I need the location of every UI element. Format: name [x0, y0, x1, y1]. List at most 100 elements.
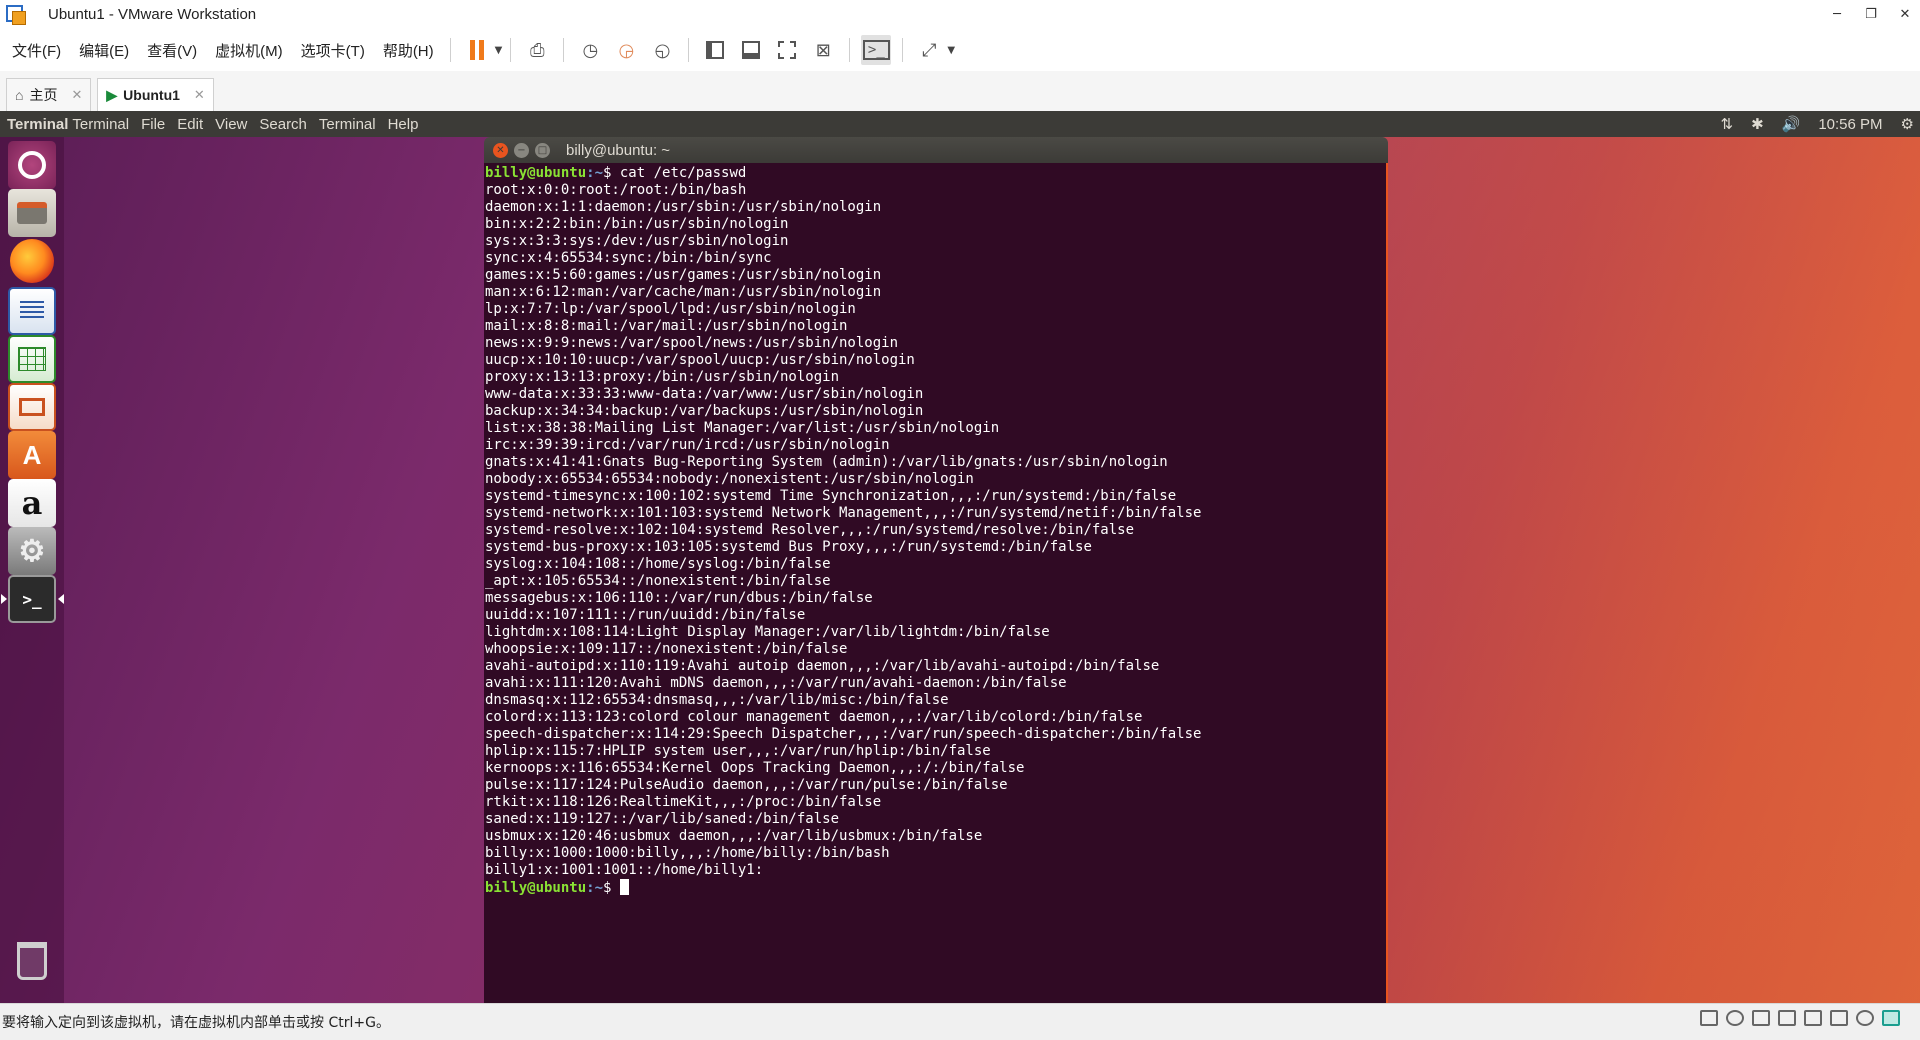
- panel-menu-terminal-2[interactable]: Terminal: [319, 116, 376, 133]
- prompt-path: :~: [586, 880, 604, 896]
- panel-menu-terminal[interactable]: Terminal: [72, 116, 129, 133]
- output-line: saned:x:119:127::/var/lib/saned:/bin/fal…: [485, 811, 840, 827]
- vmware-logo-icon: [6, 4, 26, 25]
- trash-icon[interactable]: [8, 937, 56, 985]
- terminal-close-button[interactable]: ✕: [493, 142, 508, 158]
- menu-file[interactable]: 文件(F): [12, 40, 61, 61]
- sound-card-icon[interactable]: [1830, 1010, 1848, 1026]
- stretch-button[interactable]: ⤢: [914, 35, 944, 65]
- menu-help[interactable]: 帮助(H): [383, 40, 434, 61]
- unity-button[interactable]: ⊠: [808, 35, 838, 65]
- terminal-titlebar[interactable]: ✕ − □ billy@ubuntu: ~: [484, 137, 1388, 163]
- home-icon: ⌂: [15, 87, 24, 103]
- panel-menu-search[interactable]: Search: [259, 116, 307, 133]
- terminal-minimize-button[interactable]: −: [514, 142, 529, 158]
- indicator-area: ⇅ ✱ 🔊 10:56 PM ⚙: [1720, 111, 1920, 137]
- output-line: speech-dispatcher:x:114:29:Speech Dispat…: [485, 726, 1202, 742]
- output-line: irc:x:39:39:ircd:/var/run/ircd:/usr/sbin…: [485, 437, 890, 453]
- pause-dropdown-icon[interactable]: ▼: [495, 45, 503, 56]
- terminal-maximize-button[interactable]: □: [535, 142, 550, 158]
- thumbnail-view-button[interactable]: [736, 35, 766, 65]
- prompt-user: billy@ubuntu: [485, 880, 587, 896]
- volume-icon[interactable]: 🔊: [1782, 115, 1801, 133]
- message-log-icon[interactable]: [1882, 1010, 1900, 1026]
- printer-icon[interactable]: [1804, 1010, 1822, 1026]
- tab-close-icon[interactable]: ✕: [71, 87, 82, 103]
- terminal-icon[interactable]: >_: [8, 575, 56, 623]
- pause-button[interactable]: [462, 35, 492, 65]
- library-view-button[interactable]: [700, 35, 730, 65]
- tab-label: 主页: [29, 87, 58, 103]
- libreoffice-calc-icon[interactable]: [8, 335, 56, 383]
- output-line: daemon:x:1:1:daemon:/usr/sbin:/usr/sbin/…: [485, 199, 882, 215]
- toolbar-separator: [563, 38, 565, 62]
- display-icon[interactable]: [1856, 1010, 1874, 1026]
- console-view-icon: >_: [862, 40, 890, 60]
- output-line: systemd-bus-proxy:x:103:105:systemd Bus …: [485, 539, 1092, 555]
- toolbar-separator: [688, 38, 690, 62]
- vm-screen[interactable]: Terminal Terminal File Edit View Search …: [0, 111, 1920, 1003]
- menu-vm[interactable]: 虚拟机(M): [215, 40, 283, 61]
- menu-view[interactable]: 查看(V): [147, 40, 197, 61]
- library-view-icon: [706, 41, 725, 59]
- libreoffice-writer-icon[interactable]: [8, 287, 56, 335]
- status-bar: 要将输入定向到该虚拟机，请在虚拟机内部单击或按 Ctrl+G。: [0, 1003, 1920, 1040]
- output-line: uucp:x:10:10:uucp:/var/spool/uucp:/usr/s…: [485, 352, 915, 368]
- panel-menu-edit[interactable]: Edit: [177, 116, 203, 133]
- files-icon[interactable]: [8, 189, 56, 237]
- toolbar-separator: [449, 38, 451, 62]
- menu-tabs[interactable]: 选项卡(T): [301, 40, 365, 61]
- focused-indicator-icon: [58, 594, 64, 604]
- terminal-output[interactable]: billy@ubuntu:~$ cat /etc/passwd root:x:0…: [484, 163, 1388, 1003]
- power-gear-icon[interactable]: ⚙: [1901, 115, 1914, 133]
- snapshot-manager-button[interactable]: ◵: [647, 35, 677, 65]
- snapshot-revert-button[interactable]: ◶: [611, 35, 641, 65]
- terminal-title: billy@ubuntu: ~: [566, 141, 671, 159]
- restore-button[interactable]: ❐: [1856, 0, 1886, 29]
- panel-menu-help[interactable]: Help: [388, 116, 419, 133]
- software-center-icon[interactable]: A: [8, 431, 56, 479]
- output-line: billy:x:1000:1000:billy,,,:/home/billy:/…: [485, 845, 890, 861]
- bluetooth-icon[interactable]: ✱: [1751, 115, 1764, 133]
- network-icon[interactable]: ⇅: [1720, 115, 1733, 133]
- console-view-button[interactable]: >_: [861, 35, 892, 65]
- thumbnail-view-icon: [742, 41, 761, 59]
- close-button[interactable]: ✕: [1890, 0, 1920, 29]
- output-line: messagebus:x:106:110::/var/run/dbus:/bin…: [485, 590, 873, 606]
- clock[interactable]: 10:56 PM: [1818, 116, 1882, 133]
- libreoffice-impress-icon[interactable]: [8, 383, 56, 431]
- menu-edit[interactable]: 编辑(E): [79, 40, 129, 61]
- output-line: whoopsie:x:109:117::/nonexistent:/bin/fa…: [485, 641, 848, 657]
- hard-disk-icon[interactable]: [1700, 1010, 1718, 1026]
- tab-ubuntu1[interactable]: ▶ Ubuntu1 ✕: [97, 78, 214, 111]
- network-adapter-icon[interactable]: [1752, 1010, 1770, 1026]
- text-cursor: [619, 879, 629, 895]
- output-line: nobody:x:65534:65534:nobody:/nonexistent…: [485, 471, 974, 487]
- send-ctrl-alt-del-button[interactable]: ⎙: [522, 35, 552, 65]
- output-line: uuidd:x:107:111::/run/uuidd:/bin/false: [485, 607, 806, 623]
- ubuntu-dash-icon[interactable]: [8, 141, 56, 189]
- output-line: news:x:9:9:news:/var/spool/news:/usr/sbi…: [485, 335, 899, 351]
- minimize-button[interactable]: ─: [1822, 0, 1852, 29]
- window-titlebar: Ubuntu1 - VMware Workstation ─ ❐ ✕: [0, 0, 1920, 29]
- output-line: sys:x:3:3:sys:/dev:/usr/sbin/nologin: [485, 233, 789, 249]
- fullscreen-button[interactable]: [772, 35, 802, 65]
- output-line: pulse:x:117:124:PulseAudio daemon,,,:/va…: [485, 777, 1008, 793]
- terminal-window[interactable]: ✕ − □ billy@ubuntu: ~ billy@ubuntu:~$ ca…: [484, 137, 1388, 1003]
- amazon-icon[interactable]: a: [8, 479, 56, 527]
- tab-home[interactable]: ⌂ 主页 ✕: [6, 78, 92, 111]
- firefox-icon[interactable]: [10, 239, 54, 283]
- output-line: usbmux:x:120:46:usbmux daemon,,,:/var/li…: [485, 828, 983, 844]
- panel-menu-file[interactable]: File: [141, 116, 165, 133]
- vm-icon: ▶: [106, 86, 118, 103]
- usb-device-icon[interactable]: [1778, 1010, 1796, 1026]
- fullscreen-icon: [778, 41, 797, 59]
- tab-close-icon[interactable]: ✕: [194, 87, 205, 103]
- snapshot-take-button[interactable]: ◷: [575, 35, 605, 65]
- panel-menu-view[interactable]: View: [215, 116, 247, 133]
- cd-dvd-icon[interactable]: [1726, 1010, 1744, 1026]
- system-settings-icon[interactable]: ⚙: [8, 527, 56, 575]
- toolbar-separator: [849, 38, 851, 62]
- stretch-dropdown-icon[interactable]: ▼: [947, 45, 955, 56]
- current-prompt-line[interactable]: billy@ubuntu:~$: [485, 879, 1386, 896]
